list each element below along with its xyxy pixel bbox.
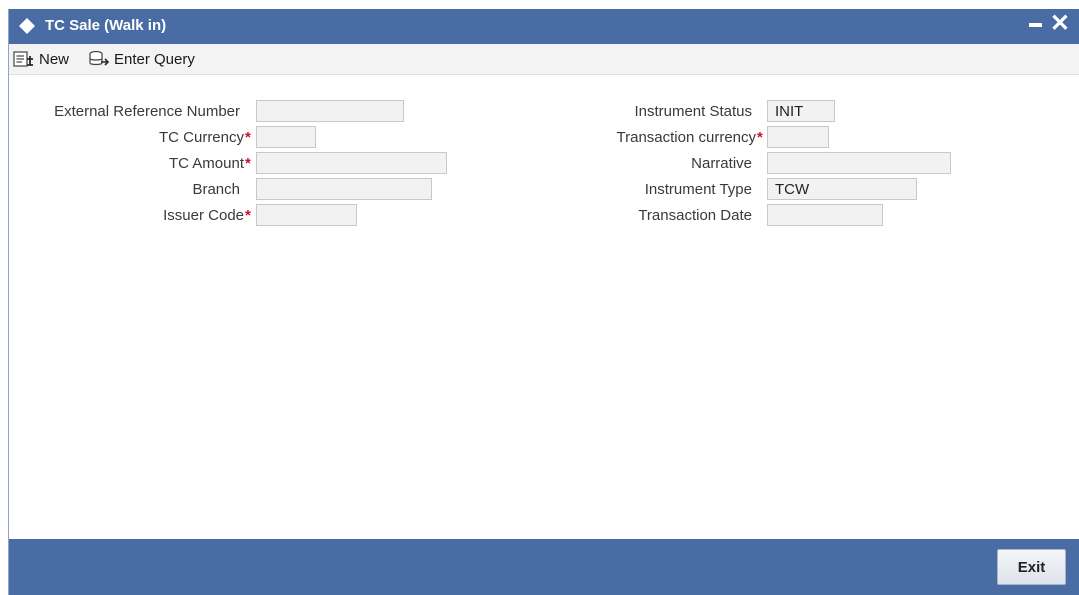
tc-amount-field[interactable]: [256, 152, 447, 174]
narrative-label: Narrative: [691, 155, 752, 172]
close-icon[interactable]: ✕: [1050, 11, 1070, 37]
branch-field[interactable]: [256, 178, 432, 200]
new-label: New: [39, 50, 70, 68]
transaction-currency-label: Transaction currency: [616, 129, 757, 146]
tc-sale-window: TC Sale (Walk in) ✕ New Enter Query Exte…: [8, 9, 1079, 595]
instrument-type-field[interactable]: [767, 178, 917, 200]
tc-amount-required-mark: *: [245, 155, 251, 172]
external-reference-number-label: External Reference Number: [54, 103, 240, 120]
external-reference-number-field[interactable]: [256, 100, 404, 122]
form-area: External Reference Number TC Currency * …: [9, 74, 1079, 539]
tc-amount-label: TC Amount: [168, 155, 244, 172]
toolbar: New Enter Query: [9, 44, 1079, 75]
new-document-icon: [13, 51, 33, 67]
title-bar: TC Sale (Walk in) ✕: [9, 9, 1079, 44]
transaction-currency-required-mark: *: [757, 129, 763, 146]
window-title: TC Sale (Walk in): [45, 17, 167, 34]
tc-currency-required-mark: *: [245, 129, 251, 146]
tc-currency-label: TC Currency: [158, 129, 244, 146]
issuer-code-required-mark: *: [245, 207, 251, 224]
narrative-field[interactable]: [767, 152, 951, 174]
issuer-code-label: Issuer Code: [163, 207, 244, 224]
diamond-icon: [19, 18, 35, 34]
enter-query-button[interactable]: Enter Query: [88, 48, 195, 70]
minimize-icon[interactable]: [1029, 23, 1042, 27]
transaction-date-label: Transaction Date: [638, 207, 752, 224]
footer-bar: Exit: [9, 539, 1079, 595]
enter-query-label: Enter Query: [114, 50, 195, 68]
tc-currency-field[interactable]: [256, 126, 316, 148]
branch-label: Branch: [192, 181, 240, 198]
exit-button[interactable]: Exit: [997, 549, 1066, 585]
instrument-type-label: Instrument Type: [644, 181, 752, 198]
instrument-status-field[interactable]: [767, 100, 835, 122]
new-button[interactable]: New: [13, 48, 69, 70]
enter-query-icon: [89, 50, 110, 66]
issuer-code-field[interactable]: [256, 204, 357, 226]
transaction-date-field[interactable]: [767, 204, 883, 226]
transaction-currency-field[interactable]: [767, 126, 829, 148]
instrument-status-label: Instrument Status: [634, 103, 752, 120]
